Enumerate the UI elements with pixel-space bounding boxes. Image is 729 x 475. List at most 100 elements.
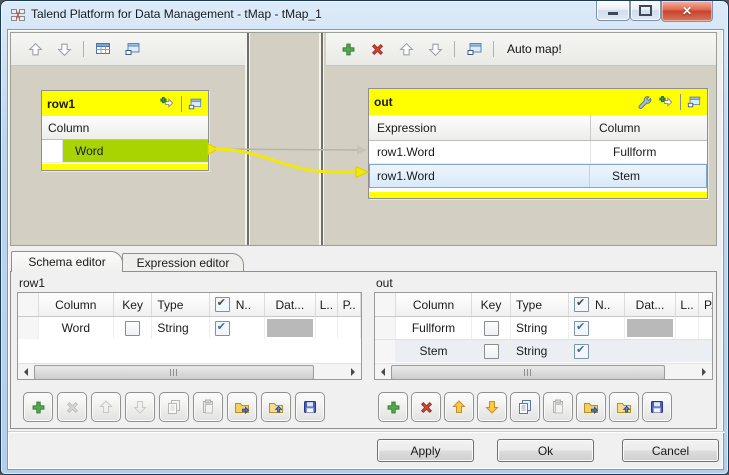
paste-button-disabled[interactable] [543,392,573,422]
type-cell[interactable]: String [511,340,569,362]
key-checkbox[interactable] [484,344,499,359]
scroll-left-icon[interactable] [18,364,34,380]
move-up-output-button[interactable] [396,39,416,59]
title-bar[interactable]: Talend Platform for Data Management - tM… [1,1,728,29]
output-table-name: out [374,95,393,109]
nullable-all-checkbox[interactable] [215,297,230,312]
col-header[interactable]: Key [472,293,511,316]
export-schema-button[interactable] [609,392,639,422]
nullable-all-checkbox[interactable] [574,297,589,312]
tab-expression-editor[interactable]: Expression editor [122,253,244,272]
key-checkbox[interactable] [125,321,140,336]
apply-label: Apply [410,444,440,458]
maximize-button[interactable] [630,1,661,21]
nullable-cell[interactable] [569,340,625,362]
col-header[interactable]: N.. [210,293,265,316]
close-button[interactable]: ✕ [661,1,713,22]
move-down-button-disabled[interactable] [125,392,155,422]
add-entry-icon[interactable] [657,95,675,110]
tab-schema-editor[interactable]: Schema editor [11,251,123,272]
cancel-button[interactable]: Cancel [622,439,719,462]
minimize-table-icon[interactable] [686,95,702,109]
key-cell[interactable] [114,317,153,339]
col-header[interactable]: Type [511,293,569,316]
tab-label: Schema editor [28,255,105,269]
add-entry-icon[interactable] [158,96,176,111]
nullable-cell[interactable] [210,317,265,339]
right-schema-row-stem[interactable]: Stem String [375,339,712,362]
apply-button[interactable]: Apply [377,439,474,462]
export-schema-button[interactable] [261,392,291,422]
column-cell[interactable]: Word [39,317,114,339]
move-down-output-button[interactable] [425,39,445,59]
nullable-checkbox[interactable] [574,344,589,359]
col-header[interactable]: P.. [338,293,361,316]
type-cell[interactable]: String [511,317,569,339]
save-schema-button[interactable] [642,392,672,422]
column-cell[interactable]: Stem [590,169,640,183]
move-up-button-disabled[interactable] [91,392,121,422]
move-up-button[interactable] [25,39,45,59]
copy-button[interactable] [510,392,540,422]
nullable-cell[interactable] [569,317,625,339]
move-down-button[interactable] [54,39,74,59]
left-schema-hscrollbar[interactable] [18,363,361,380]
col-header[interactable]: P. [699,293,712,316]
import-schema-button[interactable] [576,392,606,422]
expression-cell[interactable]: row1.Word [369,141,591,163]
ok-button[interactable]: Ok [497,439,594,462]
nullable-checkbox[interactable] [574,321,589,336]
right-schema-row-fullform[interactable]: Fullform String [375,317,712,339]
column-cell[interactable]: Stem [396,340,472,362]
import-schema-button[interactable] [227,392,257,422]
col-header[interactable]: N.. [569,293,625,316]
col-header[interactable]: Column [39,293,114,316]
output-row-stem-selected[interactable]: row1.Word Stem [369,164,707,188]
nullable-checkbox[interactable] [215,321,230,336]
add-column-button[interactable] [378,392,408,422]
minimize-panel-button[interactable] [464,39,484,59]
right-schema-hscrollbar[interactable] [375,363,712,380]
col-header[interactable]: Type [152,293,209,316]
move-down-button[interactable] [477,392,507,422]
column-cell[interactable]: Fullform [591,145,656,159]
output-column-headers: Expression Column [369,115,707,141]
copy-button-disabled[interactable] [159,392,189,422]
disabled-field [627,319,673,337]
minimize-panel-button[interactable] [122,39,142,59]
add-output-button[interactable] [338,39,358,59]
scroll-left-icon[interactable] [375,364,391,380]
remove-output-button[interactable] [367,39,387,59]
scrollbar-thumb[interactable] [34,365,314,380]
col-header[interactable]: Key [114,293,153,316]
scroll-right-icon[interactable] [696,364,712,380]
left-schema-row-word[interactable]: Word String [18,317,361,339]
save-schema-button[interactable] [295,392,325,422]
output-row-fullform[interactable]: row1.Word Fullform [369,141,707,164]
move-up-button[interactable] [444,392,474,422]
remove-column-button-disabled[interactable] [57,392,87,422]
scrollbar-thumb[interactable] [391,365,665,380]
key-checkbox[interactable] [484,321,499,336]
add-column-button[interactable] [23,392,53,422]
minimize-table-icon[interactable] [187,97,203,111]
input-row-word[interactable]: Word [42,140,208,163]
minimize-button[interactable] [596,1,630,21]
col-header[interactable]: Column [396,293,472,316]
col-header[interactable]: L.. [316,293,339,316]
col-header[interactable]: Dat... [265,293,315,316]
key-cell[interactable] [472,317,511,339]
expression-cell[interactable]: row1.Word [370,165,590,187]
key-cell[interactable] [472,340,511,362]
scroll-right-icon[interactable] [345,364,361,380]
column-cell[interactable]: Fullform [396,317,472,339]
table-view-button[interactable] [93,39,113,59]
auto-map-button[interactable]: Auto map! [503,39,566,59]
wrench-icon[interactable] [635,94,652,110]
remove-column-button[interactable] [411,392,441,422]
col-header[interactable]: Dat... [625,293,676,316]
type-cell[interactable]: String [152,317,209,339]
col-header[interactable]: L.. [676,293,699,316]
paste-button-disabled[interactable] [193,392,223,422]
selected-column-cell[interactable]: Word [63,140,208,162]
